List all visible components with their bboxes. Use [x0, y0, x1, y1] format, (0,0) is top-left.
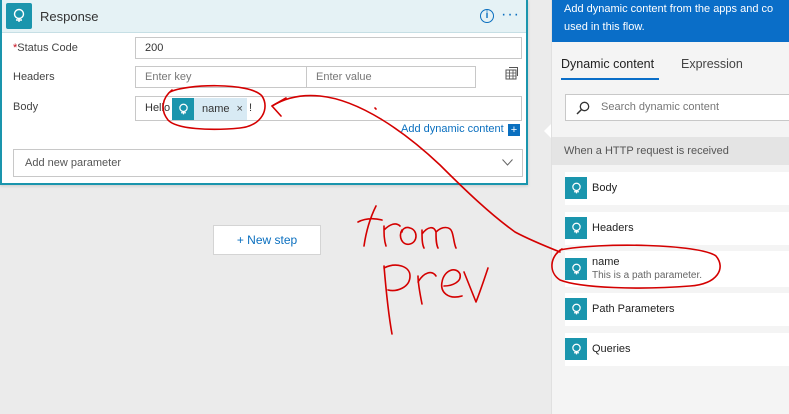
trigger-section-title: When a HTTP request is received [552, 137, 789, 165]
search-dynamic-content-input[interactable]: Search dynamic content [565, 94, 789, 121]
header-key-input[interactable]: Enter key [135, 66, 307, 88]
card-title: Response [40, 8, 99, 24]
dynamic-item-queries[interactable]: Queries [565, 333, 789, 366]
dynamic-item-headers[interactable]: Headers [565, 212, 789, 245]
banner-line-2: used in this flow. [564, 21, 645, 33]
request-connector-icon [565, 338, 587, 360]
more-options-icon[interactable]: ··· [501, 6, 520, 24]
annotation-word-from [357, 205, 457, 249]
search-icon [576, 101, 590, 115]
dynamic-item-name[interactable]: name This is a path parameter. [565, 251, 789, 287]
request-connector-icon [172, 98, 194, 120]
request-connector-icon [565, 177, 587, 199]
response-action-card: Response i ··· *Status Code 200 Headers … [0, 0, 528, 185]
item-label: Headers [592, 222, 634, 234]
name-token[interactable]: name × [172, 98, 247, 120]
token-label: name [202, 103, 230, 115]
token-remove-icon[interactable]: × [237, 103, 243, 115]
add-parameter-label: Add new parameter [25, 157, 121, 169]
request-connector-icon [565, 258, 587, 280]
item-label: Path Parameters [592, 303, 675, 315]
request-connector-icon [565, 298, 587, 320]
new-step-button[interactable]: + New step [213, 225, 321, 255]
add-dynamic-content-link[interactable]: Add dynamic content [401, 123, 504, 135]
add-new-parameter-dropdown[interactable]: Add new parameter [13, 149, 523, 177]
request-connector-icon [6, 3, 32, 29]
header-value-input[interactable]: Enter value [306, 66, 476, 88]
add-dynamic-plus-icon[interactable]: + [508, 124, 520, 136]
status-code-label: *Status Code [13, 42, 78, 54]
tab-expression[interactable]: Expression [681, 57, 743, 71]
headers-label: Headers [13, 71, 55, 83]
item-description: This is a path parameter. [592, 270, 703, 281]
chevron-down-icon [502, 159, 513, 166]
body-label: Body [13, 101, 39, 113]
tab-dynamic-content[interactable]: Dynamic content [561, 57, 654, 71]
info-icon[interactable]: i [480, 9, 494, 23]
search-placeholder: Search dynamic content [601, 101, 720, 113]
item-label: name [592, 256, 620, 268]
item-label: Body [592, 182, 618, 194]
dynamic-item-path-parameters[interactable]: Path Parameters [565, 293, 789, 326]
switch-to-text-mode-icon[interactable] [505, 67, 518, 80]
status-code-input[interactable]: 200 [135, 37, 522, 59]
active-tab-indicator [561, 78, 659, 80]
status-code-label-text: Status Code [17, 42, 78, 54]
request-connector-icon [565, 217, 587, 239]
annotation-word-prev [383, 264, 489, 335]
dynamic-item-body[interactable]: Body [565, 172, 789, 205]
panel-banner: Add dynamic content from the apps and co… [552, 0, 789, 42]
body-text-before: Hello [145, 102, 171, 114]
dynamic-content-panel: Add dynamic content from the apps and co… [551, 0, 789, 414]
item-label: Queries [592, 343, 631, 355]
panel-pointer [544, 124, 551, 138]
body-text-after: ! [249, 102, 253, 114]
card-header[interactable]: Response i ··· [2, 0, 526, 33]
banner-line-1: Add dynamic content from the apps and co [564, 3, 774, 15]
